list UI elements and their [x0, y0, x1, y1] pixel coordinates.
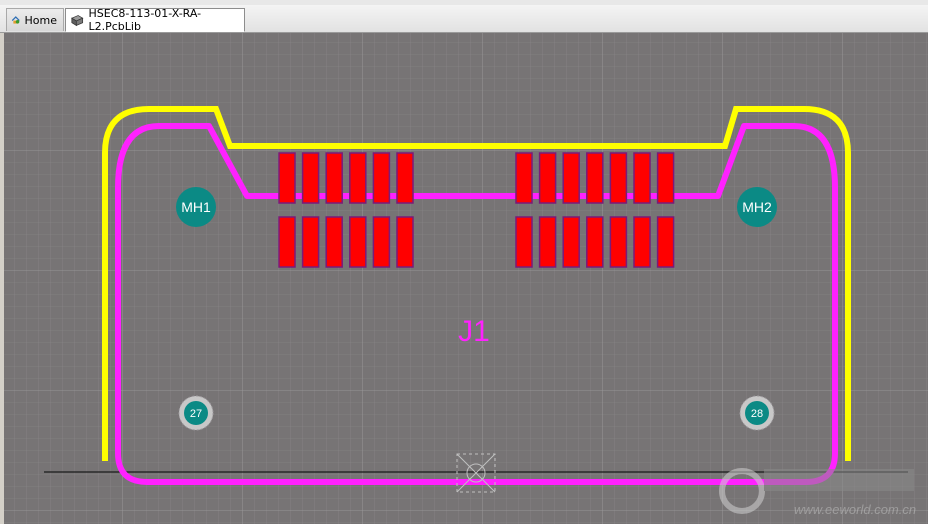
smd-pad[interactable] [586, 152, 604, 204]
pad-28-label: 28 [751, 408, 763, 420]
tab-home-label: Home [24, 13, 57, 27]
pad-28[interactable]: 28 [739, 395, 775, 431]
tab-pcblib-document[interactable]: HSEC8-113-01-X-RA-L2.PcbLib [65, 7, 245, 33]
smd-pad[interactable] [562, 216, 580, 268]
smd-pad[interactable] [396, 216, 414, 268]
smd-pad[interactable] [609, 216, 628, 268]
pcblib-icon [71, 15, 84, 27]
tab-file-label: HSEC8-113-01-X-RA-L2.PcbLib [88, 7, 202, 33]
home-icon [11, 16, 20, 24]
smd-pad[interactable] [515, 152, 533, 204]
smd-pad[interactable] [349, 216, 367, 268]
smd-pad[interactable] [562, 152, 580, 204]
designator-label[interactable]: J1 [458, 315, 490, 348]
document-tab-bar: Home HSEC8-113-01-X-RA-L2.PcbLib [0, 5, 928, 33]
mh1-label: MH1 [181, 199, 211, 215]
pad-27-label: 27 [190, 408, 202, 420]
mh2-label: MH2 [742, 199, 772, 215]
smd-pad[interactable] [538, 152, 557, 204]
smd-pad[interactable] [633, 152, 651, 204]
mounting-hole-mh1[interactable]: MH1 [176, 187, 216, 227]
smd-pad[interactable] [656, 216, 675, 268]
smd-pad[interactable] [372, 216, 391, 268]
watermark-text: www.eeworld.com.cn [794, 502, 916, 517]
tab-home[interactable]: Home [6, 8, 64, 31]
smd-pad[interactable] [325, 152, 343, 204]
smd-pad[interactable] [278, 216, 296, 268]
smd-pad[interactable] [372, 152, 391, 204]
smd-pad[interactable] [515, 216, 533, 268]
smd-pad[interactable] [656, 152, 675, 204]
smd-pad[interactable] [633, 216, 651, 268]
smd-pad[interactable] [609, 152, 628, 204]
smd-pad[interactable] [396, 152, 414, 204]
smd-pad[interactable] [349, 152, 367, 204]
pad-27[interactable]: 27 [178, 395, 214, 431]
smd-pad[interactable] [278, 152, 296, 204]
smd-pad[interactable] [301, 152, 320, 204]
pcb-editor-canvas[interactable]: MH1 MH2 27 28 J1 www.eeworld.com.cn [4, 33, 928, 524]
smd-pad[interactable] [301, 216, 320, 268]
smd-pad[interactable] [586, 216, 604, 268]
smd-pad[interactable] [538, 216, 557, 268]
mounting-hole-mh2[interactable]: MH2 [737, 187, 777, 227]
smd-pad[interactable] [325, 216, 343, 268]
